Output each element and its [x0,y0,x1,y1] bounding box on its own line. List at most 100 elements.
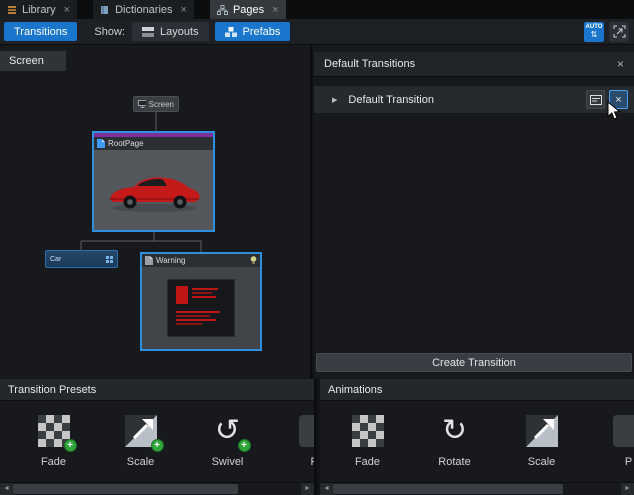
layouts-label: Layouts [160,26,199,38]
close-icon: × [615,94,621,106]
animation-icon [613,415,634,447]
page-icon [145,256,153,265]
prefabs-toggle[interactable]: Prefabs [215,22,291,41]
scale-icon [526,415,558,447]
node-header[interactable]: RootPage [94,137,213,150]
prefabs-label: Prefabs [243,26,281,38]
scroll-right-icon[interactable]: ► [621,483,634,495]
animation-fade[interactable]: Fade [324,413,411,482]
preset-partial[interactable]: + R [271,413,314,482]
add-badge-icon: + [151,439,164,452]
close-icon[interactable]: × [64,4,70,16]
animation-label: Rotate [438,456,470,468]
node-label: Screen [149,100,174,109]
transitions-button[interactable]: Transitions [4,22,77,41]
animation-label: Scale [528,456,556,468]
library-icon [7,5,17,15]
scroll-left-icon[interactable]: ◄ [0,483,13,495]
list-icon [590,95,602,105]
tab-screen[interactable]: Screen [0,51,66,71]
layouts-toggle[interactable]: Layouts [132,22,209,41]
remove-transition-button[interactable]: × [609,90,628,109]
warning-thumbnail-image [167,279,235,337]
animations-list: Fade ↻ Rotate Scale P [320,401,634,482]
add-badge-icon: + [238,439,251,452]
show-label: Show: [94,26,125,38]
panel-title: Animations [328,384,382,396]
monitor-icon [138,100,146,108]
add-badge-icon: + [64,439,77,452]
fade-icon [352,415,384,447]
panel-title: Transition Presets [8,384,96,396]
node-label: RootPage [108,139,144,148]
animation-partial[interactable]: P [585,413,634,482]
preset-fade[interactable]: + Fade [10,413,97,482]
horizontal-scrollbar[interactable]: ◄ ► [320,482,634,495]
warning-preview [142,267,260,349]
preset-icon [299,415,315,447]
node-car[interactable]: Car [45,250,118,268]
preset-label: Scale [127,456,155,468]
panel-title: Default Transitions [324,58,415,70]
default-transitions-panel: Default Transitions × ▶ Default Transiti… [314,45,634,378]
transition-name: Default Transition [348,94,434,106]
animations-panel: Animations Fade ↻ Rotate Scale P [320,379,634,495]
rootpage-preview [94,150,213,230]
scrollbar-track[interactable] [333,483,621,495]
pages-toolbar: Transitions Show: Layouts Prefabs AUTO ⇅ [0,19,634,45]
tab-label: Library [22,4,56,16]
fit-to-screen-icon [613,25,626,38]
preset-swivel[interactable]: ↺ + Swivel [184,413,271,482]
dictionaries-icon [100,5,110,15]
node-rootpage[interactable]: RootPage [92,131,215,232]
preset-label: R [311,456,314,468]
preset-label: Swivel [212,456,244,468]
tab-label: Dictionaries [115,4,172,16]
document-tabbar: Library × Dictionaries × Pages × [0,0,634,19]
preset-scale[interactable]: + Scale [97,413,184,482]
graph-canvas[interactable]: Screen RootPage [0,45,310,378]
scrollbar-track[interactable] [13,483,301,495]
bulb-icon [250,256,257,265]
scrollbar-thumb[interactable] [13,484,238,494]
prefab-grid-icon [106,256,113,263]
node-screen[interactable]: Screen [133,96,179,112]
tab-library[interactable]: Library × [0,0,77,19]
node-label: Warning [156,256,186,265]
panel-header: Animations [320,379,634,401]
panel-header: Transition Presets [0,379,314,401]
kanzi-studio-window: Library × Dictionaries × Pages × Transit… [0,0,634,495]
close-icon[interactable]: × [272,4,278,16]
page-icon [97,139,105,148]
fit-to-screen-button[interactable] [609,22,629,42]
presets-list: + Fade + Scale ↺ + Swivel + R [0,401,314,482]
default-transition-row[interactable]: ▶ Default Transition × [314,86,634,113]
node-label: Car [50,256,61,263]
transition-presets-panel: Transition Presets + Fade + Scale ↺ + Sw… [0,379,317,495]
auto-arrange-button[interactable]: AUTO ⇅ [584,22,604,42]
node-header[interactable]: Warning [142,254,260,267]
tab-pages[interactable]: Pages × [210,0,286,19]
open-in-library-button[interactable] [586,90,605,109]
pages-icon [217,5,228,15]
close-icon[interactable]: × [181,4,187,16]
animation-label: P [625,456,632,468]
prefabs-icon [225,27,237,37]
scroll-left-icon[interactable]: ◄ [320,483,333,495]
animation-rotate[interactable]: ↻ Rotate [411,413,498,482]
scroll-right-icon[interactable]: ► [301,483,314,495]
expander-icon[interactable]: ▶ [332,96,337,104]
tab-label: Pages [233,4,264,16]
layouts-icon [142,27,154,37]
tab-dictionaries[interactable]: Dictionaries × [93,0,194,19]
close-icon[interactable]: × [617,57,624,71]
preset-label: Fade [41,456,66,468]
horizontal-scrollbar[interactable]: ◄ ► [0,482,314,495]
scrollbar-thumb[interactable] [333,484,563,494]
toolbar-right-group: AUTO ⇅ [584,22,629,42]
animation-scale[interactable]: Scale [498,413,585,482]
row-buttons: × [586,90,628,109]
create-transition-button[interactable]: Create Transition [316,353,632,372]
red-car-image [102,166,206,214]
node-warning[interactable]: Warning [140,252,262,351]
